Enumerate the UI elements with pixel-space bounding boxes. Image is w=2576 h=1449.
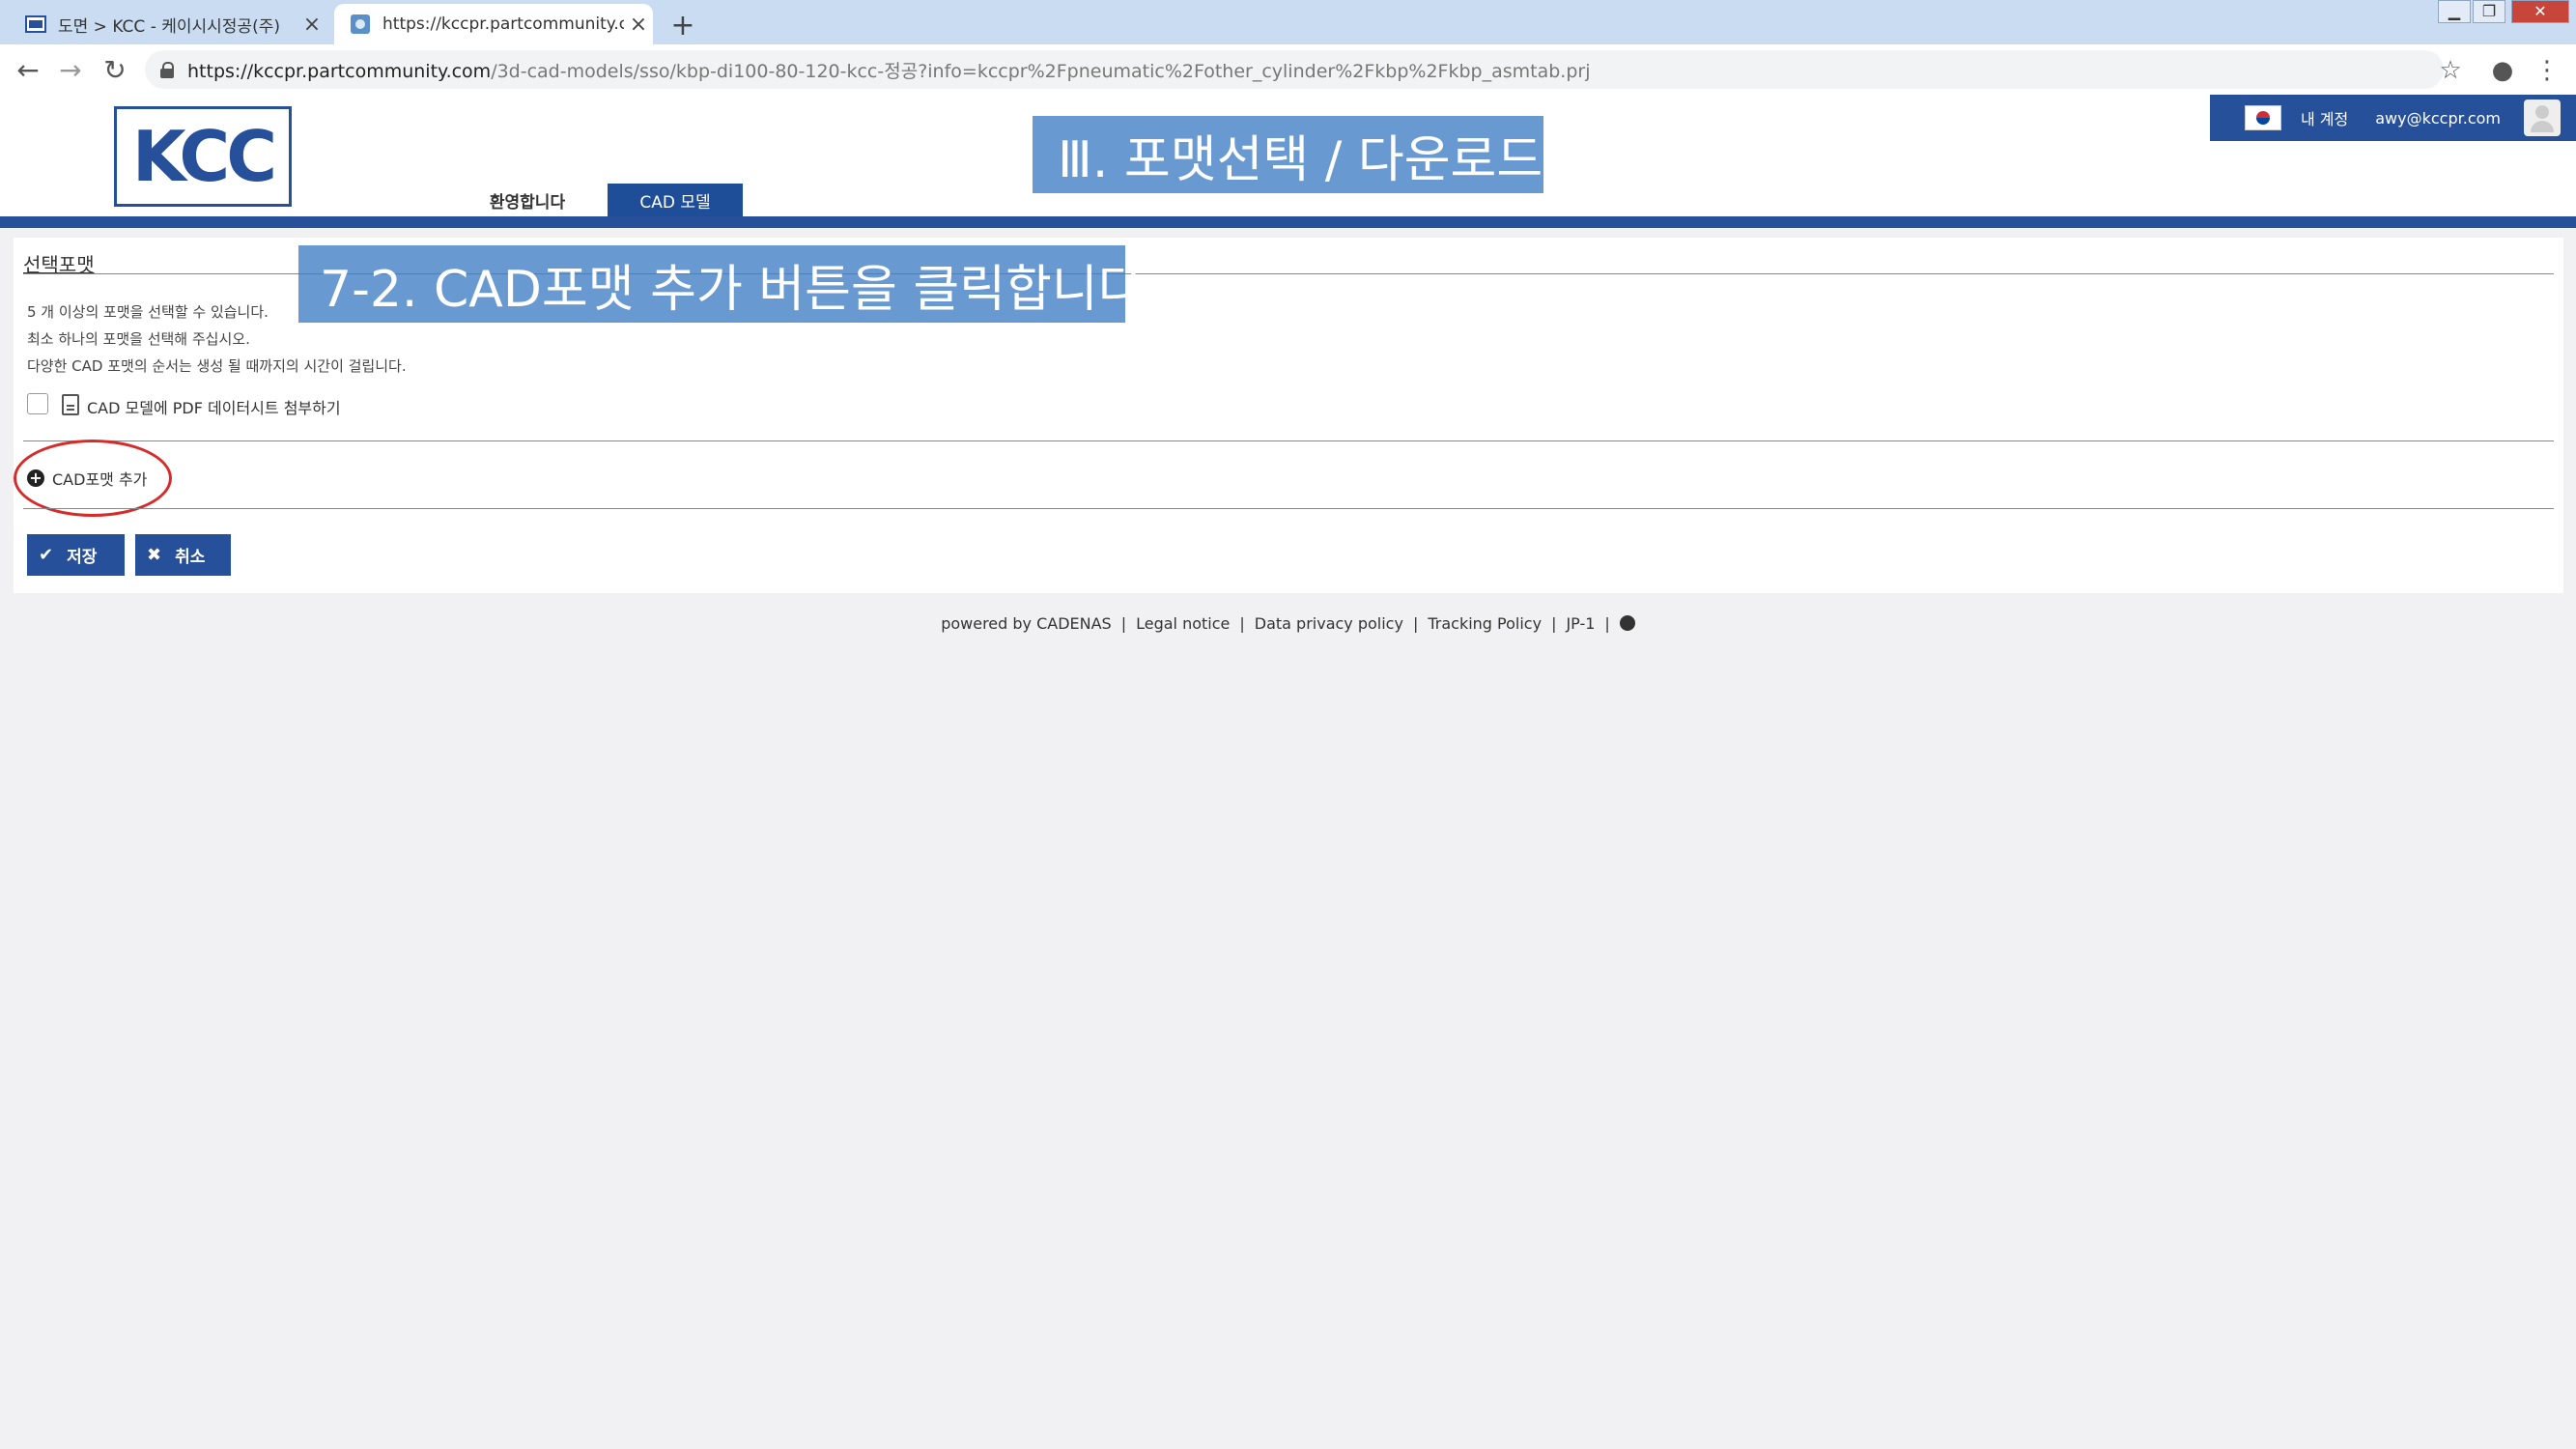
info-line: 5 개 이상의 포맷을 선택할 수 있습니다. [27,303,269,321]
logo-text: KCC [131,116,277,197]
page-footer: powered by CADENAS | Legal notice | Data pri… [0,614,2576,633]
x-icon: ✖ [147,545,162,565]
menu-kebab-icon[interactable]: ⋮ [2531,54,2563,87]
highlight-circle [14,440,172,517]
cancel-button[interactable]: ✖ 취소 [135,534,231,576]
server-label: JP-1 [1566,614,1596,633]
avatar[interactable] [2524,99,2561,136]
tab-title: 도면 > KCC - 케이시시정공(주) [58,16,280,37]
footer-separator: | [1551,614,1557,633]
footer-separator: | [1412,614,1419,633]
minimize-icon[interactable]: ▁ [2438,0,2471,23]
url-host: https://kccpr.partcommunity.com [187,60,492,82]
address-bar[interactable]: https://kccpr.partcommunity.com/3d-cad-m… [145,50,2444,89]
new-tab-button[interactable]: + [666,10,699,43]
restore-icon[interactable]: ❐ [2473,0,2505,23]
header-divider-bar [0,216,2576,228]
info-line: 최소 하나의 포맷을 선택해 주십시오. [27,330,250,348]
tab-close-icon[interactable]: × [624,13,653,37]
cancel-label: 취소 [175,548,206,567]
info-line: 다양한 CAD 포맷의 순서는 생성 될 때까지의 시간이 걸립니다. [27,357,407,375]
powered-by-link[interactable]: powered by CADENAS [941,614,1112,633]
save-label: 저장 [67,548,98,567]
pdf-document-icon [62,394,79,415]
globe-icon[interactable] [1619,615,1635,631]
partcommunity-favicon-icon [351,14,370,34]
tutorial-section-banner: Ⅲ. 포맷선택 / 다운로드 [1033,116,1543,193]
attach-pdf-checkbox[interactable] [27,393,48,414]
nav-tab-cad-models[interactable]: CAD 모델 [608,184,743,216]
footer-separator: | [1239,614,1245,633]
legal-notice-link[interactable]: Legal notice [1136,614,1230,633]
korea-flag-icon[interactable] [2245,105,2281,130]
kcc-logo[interactable]: KCC [114,106,292,207]
divider [23,440,2554,441]
attach-pdf-label[interactable]: CAD 모델에 PDF 데이터시트 첨부하기 [87,395,341,418]
browser-toolbar: ← → ↻ https://kccpr.partcommunity.com/3d… [0,44,2576,96]
tutorial-step-banner: 7-2. CAD포맷 추가 버튼을 클릭합니다. [298,245,1160,323]
browser-tab-kcc[interactable]: 도면 > KCC - 케이시시정공(주) × [10,4,326,44]
back-arrow-icon[interactable]: ← [12,54,44,87]
tab-title: https://kccpr.partcommunity.com [382,14,624,34]
nav-tab-welcome[interactable]: 환영합니다 [454,184,601,216]
profile-icon[interactable]: ● [2486,54,2519,87]
my-account-link[interactable]: 내 계정 [2301,106,2348,129]
browser-tab-partcommunity[interactable]: https://kccpr.partcommunity.com × [334,4,653,44]
user-email[interactable]: awy@kccpr.com [2375,109,2501,128]
divider [23,508,2554,509]
footer-separator: | [1120,614,1127,633]
bookmark-star-icon[interactable]: ☆ [2434,54,2467,87]
privacy-policy-link[interactable]: Data privacy policy [1255,614,1403,633]
window-close-icon[interactable]: ✕ [2511,0,2569,23]
forward-arrow-icon[interactable]: → [54,54,87,87]
save-button[interactable]: ✔ 저장 [27,534,125,576]
browser-tab-strip: 도면 > KCC - 케이시시정공(주) × https://kccpr.par… [0,0,2576,44]
url-path: /3d-cad-models/sso/kbp-di100-80-120-kcc-… [491,60,1591,82]
reload-icon[interactable]: ↻ [99,54,131,87]
tab-close-icon[interactable]: × [297,13,326,37]
kcc-favicon-icon [25,15,46,33]
tracking-policy-link[interactable]: Tracking Policy [1428,614,1542,633]
footer-separator: | [1604,614,1610,633]
checkmark-icon: ✔ [39,545,54,565]
lock-icon [160,62,174,78]
account-bar: 내 계정 awy@kccpr.com [2210,95,2576,141]
url-text: https://kccpr.partcommunity.com/3d-cad-m… [187,57,1590,83]
